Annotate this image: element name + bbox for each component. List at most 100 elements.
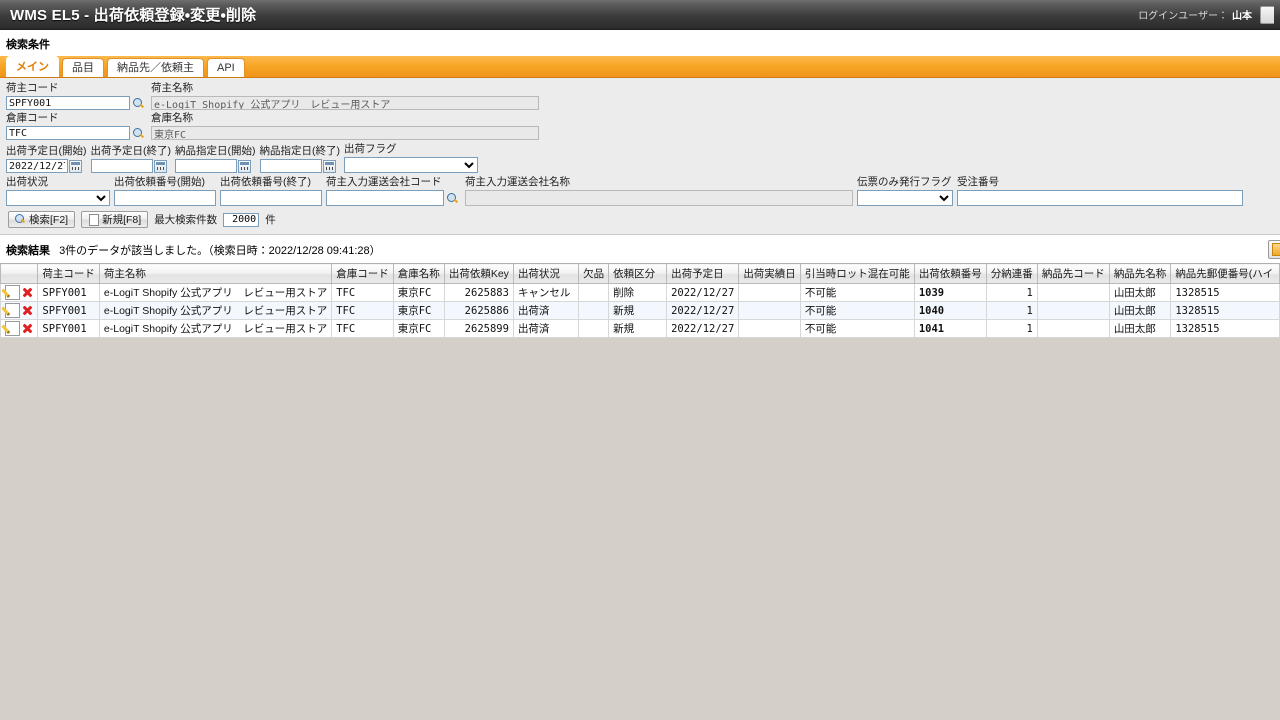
col-request-no[interactable]: 出荷依頼番号 (913, 263, 987, 284)
search-row-warehouse: 倉庫コード 倉庫名称 (6, 112, 1274, 140)
table-row[interactable]: SPFY001 e-LogiT Shopify 公式アプリ レビュー用ストア TFC… (0, 301, 1280, 320)
request-no-from-input[interactable] (114, 190, 216, 206)
cell-request-no: 1040 (913, 301, 987, 320)
cell-shipper-name: e-LogiT Shopify 公式アプリ レビュー用ストア (98, 283, 333, 302)
cell-split-seq: 1 (985, 319, 1038, 338)
cell-ship-plan-date: 2022/12/27 (666, 301, 740, 320)
delivery-spec-from-input[interactable] (175, 159, 237, 173)
cell-warehouse-name: 東京FC (392, 283, 445, 302)
tab-destination-requester[interactable]: 納品先／依頼主 (107, 58, 204, 77)
col-split-seq[interactable]: 分納連番 (985, 263, 1038, 284)
col-dest-code[interactable]: 納品先コード (1036, 263, 1110, 284)
col-request-type[interactable]: 依頼区分 (608, 263, 668, 284)
cell-warehouse-code: TFC (331, 319, 394, 338)
col-ship-status[interactable]: 出荷状況 (512, 263, 580, 284)
col-shipper-code[interactable]: 荷主コード (37, 263, 100, 284)
col-request-key[interactable]: 出荷依頼Key (443, 263, 514, 284)
carrier-code-label: 荷主入力運送会社コード (326, 176, 442, 188)
shipper-code-search-icon[interactable] (132, 97, 145, 110)
ship-plan-to-calendar-icon[interactable] (153, 159, 167, 173)
col-ship-plan-date[interactable]: 出荷予定日 (666, 263, 740, 284)
result-summary: 3件のデータが該当しました。（検索日時：2022/12/28 09:41:28） (59, 244, 381, 257)
carrier-code-search-icon[interactable] (446, 192, 459, 205)
cell-ship-status: 出荷済 (512, 319, 580, 338)
new-button-label: 新規[F8] (102, 214, 142, 226)
col-shortage[interactable]: 欠品 (578, 263, 610, 284)
field-request-no-from: 出荷依頼番号(開始) (114, 176, 216, 206)
ship-plan-to-input[interactable] (90, 159, 153, 173)
max-count-unit: 件 (265, 214, 276, 226)
search-button[interactable]: 検索[F2] (8, 211, 76, 228)
warehouse-code-search-icon[interactable] (132, 127, 145, 140)
table-row[interactable]: SPFY001 e-LogiT Shopify 公式アプリ レビュー用ストア TFC… (0, 283, 1280, 302)
warehouse-name-label: 倉庫名称 (151, 112, 193, 124)
cell-shortage (578, 319, 610, 338)
warehouse-code-label: 倉庫コード (6, 112, 59, 124)
tab-main[interactable]: メイン (6, 56, 59, 77)
cell-request-no: 1041 (913, 319, 987, 338)
cell-warehouse-code: TFC (331, 301, 394, 320)
cell-dest-zip: 1328515 (1170, 319, 1280, 338)
cell-dest-name: 山田太郎 (1108, 301, 1172, 320)
new-document-icon (88, 214, 100, 226)
request-no-to-label: 出荷依頼番号(終了) (220, 176, 311, 188)
order-no-label: 受注番号 (957, 176, 999, 188)
delete-x-icon[interactable] (21, 286, 33, 299)
table-body: SPFY001 e-LogiT Shopify 公式アプリ レビュー用ストア TFC… (0, 283, 1280, 338)
excel-export-button[interactable] (1268, 240, 1280, 259)
cell-dest-code (1036, 283, 1110, 302)
edit-pencil-icon[interactable] (5, 321, 20, 336)
shipper-name-input (151, 96, 539, 110)
col-ship-actual-date[interactable]: 出荷実績日 (738, 263, 801, 284)
cell-request-type: 削除 (608, 283, 668, 302)
ship-plan-from-calendar-icon[interactable] (69, 159, 82, 173)
cell-dest-zip: 1328515 (1170, 301, 1280, 320)
edit-pencil-icon[interactable] (5, 285, 20, 300)
ship-plan-from-input[interactable] (6, 159, 68, 173)
cell-lot-mix: 不可能 (799, 301, 915, 320)
carrier-code-input[interactable] (326, 190, 444, 206)
logout-button[interactable] (1260, 5, 1274, 24)
delivery-spec-to-input[interactable] (259, 159, 322, 173)
delivery-spec-to-calendar-icon[interactable] (322, 159, 336, 173)
page-filler (0, 338, 1280, 698)
slip-only-flag-select[interactable] (857, 190, 953, 206)
max-count-label: 最大検索件数 (154, 214, 218, 226)
delete-x-icon[interactable] (21, 322, 33, 335)
col-shipper-name[interactable]: 荷主名称 (98, 263, 333, 284)
col-warehouse-name[interactable]: 倉庫名称 (392, 263, 445, 284)
cell-split-seq: 1 (985, 283, 1038, 302)
request-no-to-input[interactable] (220, 190, 322, 206)
order-no-input[interactable] (957, 190, 1243, 206)
cell-request-no: 1039 (913, 283, 987, 302)
cell-dest-zip: 1328515 (1170, 283, 1280, 302)
ship-status-select[interactable] (6, 190, 110, 206)
page-title: WMS EL5 - 出荷依頼登録・変更・削除 (10, 7, 257, 24)
ship-plan-from-label: 出荷予定日(開始) (6, 145, 87, 157)
search-section-label: 検索条件 (0, 30, 1280, 56)
tab-item[interactable]: 品目 (62, 58, 104, 77)
tab-api[interactable]: API (207, 58, 245, 77)
col-lot-mix[interactable]: 引当時ロット混在可能 (799, 263, 915, 284)
field-request-no-to: 出荷依頼番号(終了) (220, 176, 322, 206)
col-dest-name[interactable]: 納品先名称 (1108, 263, 1172, 284)
cell-warehouse-name: 東京FC (392, 301, 445, 320)
field-slip-only-flag: 伝票のみ発行フラグ (857, 176, 953, 206)
ship-flag-select[interactable] (344, 157, 478, 173)
delete-x-icon[interactable] (21, 304, 33, 317)
edit-pencil-icon[interactable] (5, 303, 20, 318)
field-warehouse-code: 倉庫コード (6, 112, 147, 140)
cell-lot-mix: 不可能 (799, 319, 915, 338)
warehouse-code-input[interactable] (6, 126, 130, 140)
col-dest-zip[interactable]: 納品先郵便番号(ハイ (1170, 263, 1280, 284)
table-row[interactable]: SPFY001 e-LogiT Shopify 公式アプリ レビュー用ストア TFC… (0, 319, 1280, 338)
col-warehouse-code[interactable]: 倉庫コード (331, 263, 394, 284)
new-button[interactable]: 新規[F8] (81, 211, 149, 228)
cell-request-key: 2625899 (443, 319, 514, 338)
max-count-input[interactable] (223, 212, 260, 227)
cell-shipper-name: e-LogiT Shopify 公式アプリ レビュー用ストア (98, 319, 333, 338)
delivery-spec-from-calendar-icon[interactable] (238, 159, 251, 173)
window-titlebar: WMS EL5 - 出荷依頼登録・変更・削除 ログインユーザー： 山本 (0, 0, 1280, 30)
cell-dest-code (1036, 301, 1110, 320)
shipper-code-input[interactable] (6, 96, 130, 110)
